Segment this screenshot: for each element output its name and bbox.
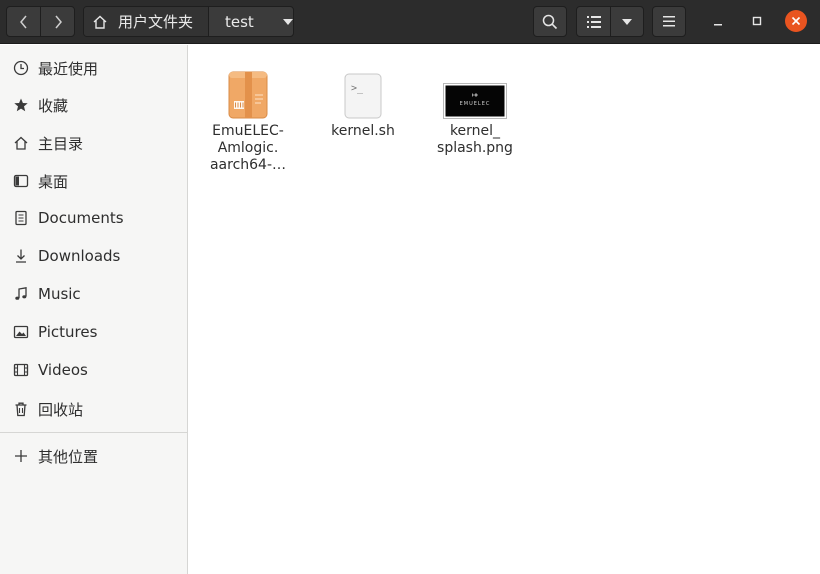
file-name-line: aarch64-… <box>209 157 287 173</box>
sidebar-item-label: 最近使用 <box>38 59 99 78</box>
document-icon <box>12 209 30 227</box>
home-icon <box>93 15 107 29</box>
star-icon <box>12 96 30 114</box>
search-icon <box>542 14 558 29</box>
file-item[interactable]: >_ kernel.sh <box>313 67 413 140</box>
file-name-line: kernel_ <box>449 123 501 139</box>
sidebar-item-pictures[interactable]: Pictures <box>0 314 187 350</box>
sidebar-divider <box>0 432 187 433</box>
file-name: EmuELEC- Amlogic. aarch64-… <box>198 123 298 174</box>
sidebar-item-music[interactable]: Music <box>0 276 187 312</box>
chevron-down-icon <box>622 18 632 25</box>
file-item[interactable]: EmuELEC- Amlogic. aarch64-… <box>198 67 298 174</box>
sidebar-item-label: 桌面 <box>38 172 69 191</box>
chevron-right-icon <box>54 15 62 28</box>
archive-icon <box>228 67 268 119</box>
picture-icon <box>12 323 30 341</box>
minimize-icon <box>714 24 722 26</box>
menu-button[interactable] <box>652 6 686 37</box>
sidebar-item-label: 主目录 <box>38 134 84 153</box>
forward-button[interactable] <box>40 7 74 36</box>
hamburger-menu-icon <box>663 16 675 27</box>
file-name-line: kernel.sh <box>331 123 395 139</box>
navigation-buttons <box>6 6 75 37</box>
sidebar-item-label: Music <box>38 285 81 303</box>
sidebar-item-label: Downloads <box>38 247 121 265</box>
view-options-button[interactable] <box>610 7 643 36</box>
image-thumbnail: EMUELEC <box>443 67 507 119</box>
sidebar-item-home[interactable]: 主目录 <box>0 125 187 161</box>
sidebar: 最近使用 收藏 主目录 桌面 Documents Downloads Music… <box>0 45 188 574</box>
back-button[interactable] <box>7 7 40 36</box>
sidebar-item-videos[interactable]: Videos <box>0 352 187 388</box>
file-name-line: splash.png <box>437 140 513 156</box>
sidebar-item-label: Pictures <box>38 323 98 341</box>
list-view-icon <box>586 15 601 28</box>
maximize-button[interactable] <box>746 10 768 32</box>
sidebar-item-label: Videos <box>38 361 88 379</box>
breadcrumb-home-label: 用户文件夹 <box>118 13 194 31</box>
sidebar-item-label: 回收站 <box>38 400 84 419</box>
sidebar-item-label: 其他位置 <box>38 447 99 466</box>
desktop-icon <box>12 172 30 190</box>
maximize-icon <box>752 16 762 26</box>
sidebar-item-label: Documents <box>38 209 124 227</box>
sidebar-item-desktop[interactable]: 桌面 <box>0 163 187 199</box>
sidebar-item-recent[interactable]: 最近使用 <box>0 50 187 86</box>
file-name-line: EmuELEC- <box>212 123 284 139</box>
thumbnail-logo-text: EMUELEC <box>460 101 491 107</box>
sidebar-item-starred[interactable]: 收藏 <box>0 87 187 123</box>
home-icon <box>12 134 30 152</box>
breadcrumb: 用户文件夹 test <box>83 6 294 37</box>
plus-icon <box>12 447 30 465</box>
sidebar-item-downloads[interactable]: Downloads <box>0 238 187 274</box>
sidebar-item-other-locations[interactable]: 其他位置 <box>0 438 187 474</box>
close-icon <box>791 16 801 26</box>
header-bar: 用户文件夹 test <box>0 0 820 44</box>
breadcrumb-home[interactable]: 用户文件夹 <box>84 7 208 36</box>
close-button[interactable] <box>785 10 807 32</box>
sidebar-item-label: 收藏 <box>38 96 69 115</box>
music-icon <box>12 285 30 303</box>
file-name-line: Amlogic. <box>217 140 279 156</box>
file-item[interactable]: EMUELEC kernel_ splash.png <box>425 67 525 157</box>
script-icon: >_ <box>344 67 382 119</box>
breadcrumb-current-label: test <box>225 12 254 31</box>
search-button[interactable] <box>533 6 567 37</box>
file-view: EmuELEC- Amlogic. aarch64-… >_ kernel.sh… <box>189 45 820 574</box>
file-name: kernel.sh <box>313 123 413 140</box>
chevron-down-icon <box>283 18 293 25</box>
chevron-left-icon <box>19 15 27 28</box>
download-icon <box>12 247 30 265</box>
sidebar-item-trash[interactable]: 回收站 <box>0 391 187 427</box>
file-name: kernel_ splash.png <box>425 123 525 157</box>
view-controls <box>576 6 644 37</box>
trash-icon <box>12 400 30 418</box>
minimize-button[interactable] <box>707 10 729 32</box>
script-prompt-text: >_ <box>351 83 364 94</box>
video-icon <box>12 361 30 379</box>
list-view-button[interactable] <box>577 7 610 36</box>
breadcrumb-current[interactable]: test <box>208 7 293 36</box>
sidebar-item-documents[interactable]: Documents <box>0 200 187 236</box>
clock-icon <box>12 59 30 77</box>
